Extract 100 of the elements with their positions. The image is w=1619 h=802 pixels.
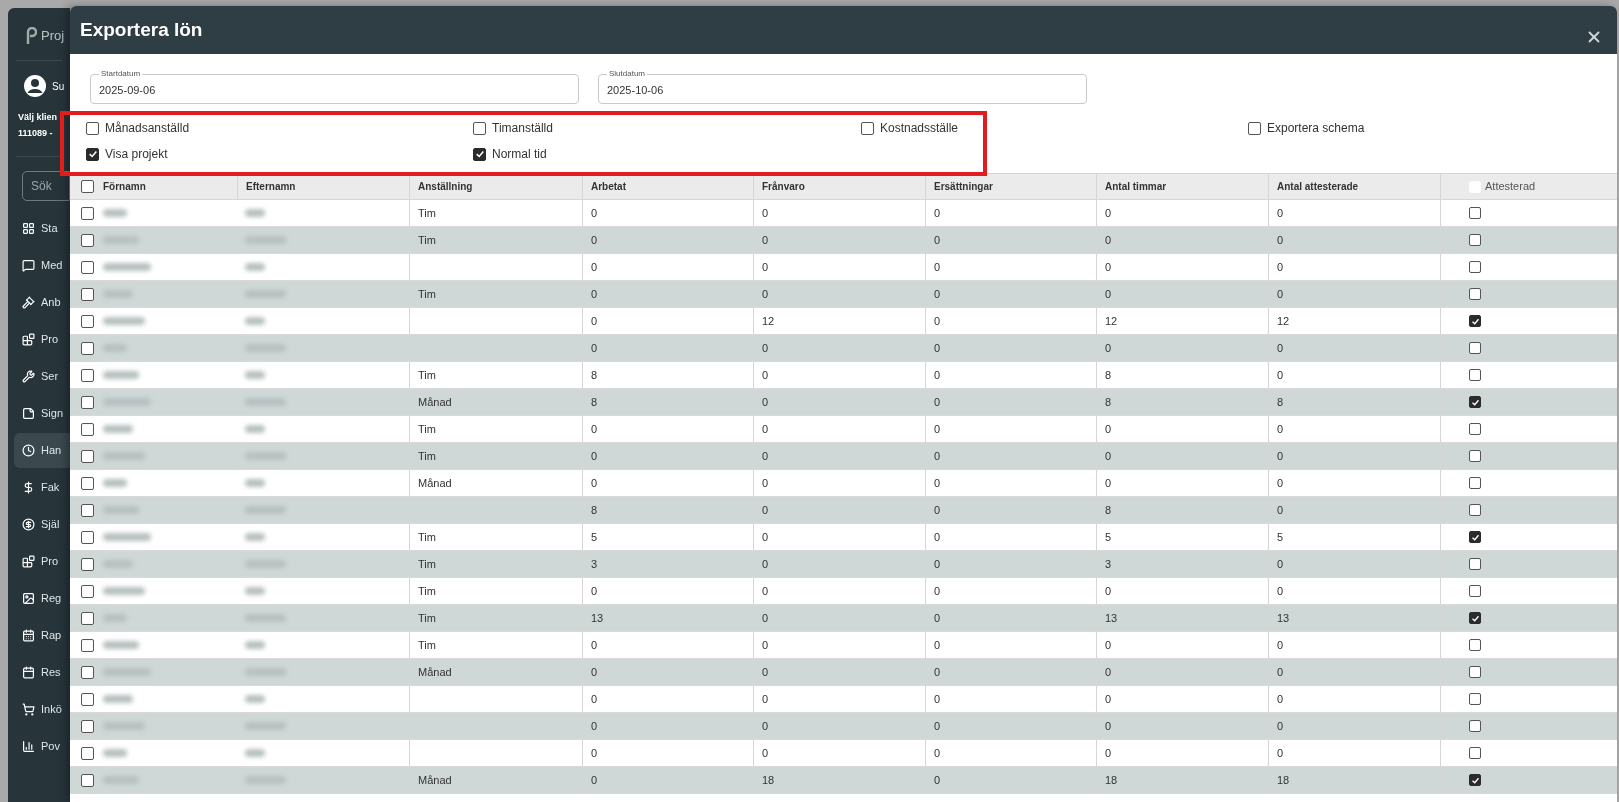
checkbox[interactable] bbox=[473, 147, 486, 161]
checkbox[interactable] bbox=[1469, 612, 1481, 624]
checkbox[interactable] bbox=[1469, 504, 1481, 516]
nav-item[interactable]: Med bbox=[14, 248, 70, 283]
checkbox[interactable] bbox=[1469, 720, 1481, 732]
table-row[interactable]: Tim 0 0 0 0 0 bbox=[70, 416, 1617, 443]
checkbox[interactable] bbox=[1469, 585, 1481, 597]
nav-item[interactable]: Pov bbox=[14, 729, 70, 764]
checkbox[interactable] bbox=[81, 611, 94, 625]
table-cell-text: 0 bbox=[591, 637, 598, 653]
table-row[interactable]: Månad 0 18 0 18 18 bbox=[70, 767, 1617, 794]
table-row[interactable]: 0 0 0 0 0 bbox=[70, 335, 1617, 362]
nav-item[interactable]: Pro bbox=[14, 322, 70, 357]
nav-item[interactable]: Res bbox=[14, 655, 70, 690]
table-row[interactable]: Tim 13 0 0 13 13 bbox=[70, 605, 1617, 632]
calendar-icon bbox=[22, 666, 35, 679]
checkbox[interactable] bbox=[861, 121, 874, 135]
checkbox[interactable] bbox=[1469, 558, 1481, 570]
checkbox[interactable] bbox=[1469, 207, 1481, 219]
checkbox[interactable] bbox=[1469, 477, 1481, 489]
checkbox[interactable] bbox=[81, 368, 94, 382]
checkbox[interactable] bbox=[1469, 639, 1481, 651]
checkbox[interactable] bbox=[1469, 666, 1481, 678]
table-row[interactable]: Tim 8 0 0 8 0 bbox=[70, 362, 1617, 389]
table-row[interactable]: 0 12 0 12 12 bbox=[70, 308, 1617, 335]
checkbox[interactable] bbox=[81, 503, 94, 517]
checkbox[interactable] bbox=[81, 233, 94, 247]
nav-item[interactable]: Inkö bbox=[14, 692, 70, 727]
table-row[interactable]: Tim 5 0 0 5 5 bbox=[70, 524, 1617, 551]
checkbox[interactable] bbox=[1469, 693, 1481, 705]
table-cell-text: 0 bbox=[591, 583, 598, 599]
table-row[interactable]: 0 0 0 0 0 bbox=[70, 254, 1617, 281]
checkbox[interactable] bbox=[1469, 747, 1481, 759]
checkbox[interactable] bbox=[81, 746, 94, 760]
checkbox[interactable] bbox=[86, 121, 99, 135]
checkbox[interactable] bbox=[1469, 396, 1481, 408]
nav-item[interactable]: Sta bbox=[14, 211, 70, 246]
checkbox[interactable] bbox=[81, 692, 94, 706]
nav-item[interactable]: Reg bbox=[14, 581, 70, 616]
table-cell-text: 0 bbox=[934, 637, 941, 653]
checkbox[interactable] bbox=[1469, 423, 1481, 435]
checkbox[interactable] bbox=[81, 665, 94, 679]
checkbox[interactable] bbox=[1469, 369, 1481, 381]
client-value: 111089 - bbox=[18, 126, 53, 140]
table-row[interactable]: Tim 0 0 0 0 0 bbox=[70, 200, 1617, 227]
nav-item[interactable]: Fak bbox=[14, 470, 70, 505]
nav-item[interactable]: Pro bbox=[14, 544, 70, 579]
table-cell-text: 13 bbox=[1105, 610, 1118, 626]
column-header: Frånvaro bbox=[762, 180, 805, 194]
nav-item[interactable]: Ser bbox=[14, 359, 70, 394]
checkbox[interactable] bbox=[81, 287, 94, 301]
user-name: Su bbox=[52, 79, 65, 94]
checkbox[interactable] bbox=[473, 121, 486, 135]
checkbox[interactable] bbox=[81, 180, 94, 193]
table-row[interactable]: Tim 0 0 0 0 0 bbox=[70, 227, 1617, 254]
table-row[interactable]: 8 0 0 8 0 bbox=[70, 497, 1617, 524]
checkbox[interactable] bbox=[81, 206, 94, 220]
nav-item[interactable]: Sign bbox=[14, 396, 70, 431]
checkbox[interactable] bbox=[81, 530, 94, 544]
table-row[interactable]: Månad 0 0 0 0 0 bbox=[70, 470, 1617, 497]
table-cell-text: 0 bbox=[934, 583, 941, 599]
table-row[interactable]: Månad 8 0 0 8 8 bbox=[70, 389, 1617, 416]
nav-item[interactable]: Själ bbox=[14, 507, 70, 542]
nav-item[interactable]: Han bbox=[14, 433, 70, 468]
nav-item[interactable]: Anb bbox=[14, 285, 70, 320]
checkbox[interactable] bbox=[1469, 774, 1481, 786]
checkbox[interactable] bbox=[86, 147, 99, 161]
checkbox[interactable] bbox=[81, 557, 94, 571]
redacted-text bbox=[103, 587, 145, 595]
checkbox[interactable] bbox=[1469, 450, 1481, 462]
checkbox[interactable] bbox=[81, 341, 94, 355]
table-row[interactable]: Tim 0 0 0 0 0 bbox=[70, 632, 1617, 659]
checkbox[interactable] bbox=[81, 584, 94, 598]
table-row[interactable]: 0 0 0 0 0 bbox=[70, 686, 1617, 713]
table-row[interactable]: Månad 0 0 0 0 0 bbox=[70, 659, 1617, 686]
checkbox[interactable] bbox=[81, 773, 94, 787]
checkbox[interactable] bbox=[81, 422, 94, 436]
checkbox[interactable] bbox=[1469, 342, 1481, 354]
checkbox[interactable] bbox=[81, 719, 94, 733]
column-header: Arbetat bbox=[591, 180, 626, 194]
table-row[interactable]: 0 0 0 0 0 bbox=[70, 713, 1617, 740]
checkbox[interactable] bbox=[81, 260, 94, 274]
table-row[interactable]: Tim 0 0 0 0 0 bbox=[70, 578, 1617, 605]
checkbox[interactable] bbox=[1469, 234, 1481, 246]
checkbox[interactable] bbox=[81, 314, 94, 328]
table-row[interactable]: Tim 3 0 0 3 0 bbox=[70, 551, 1617, 578]
checkbox[interactable] bbox=[1248, 121, 1261, 135]
redacted-text bbox=[245, 641, 265, 649]
table-row[interactable]: 0 0 0 0 0 bbox=[70, 740, 1617, 767]
checkbox[interactable] bbox=[81, 449, 94, 463]
table-row[interactable]: Tim 0 0 0 0 0 bbox=[70, 443, 1617, 470]
table-row[interactable]: Tim 0 0 0 0 0 bbox=[70, 281, 1617, 308]
checkbox[interactable] bbox=[1469, 261, 1481, 273]
checkbox[interactable] bbox=[1469, 288, 1481, 300]
checkbox[interactable] bbox=[1469, 531, 1481, 543]
checkbox[interactable] bbox=[1469, 315, 1481, 327]
checkbox[interactable] bbox=[81, 395, 94, 409]
checkbox[interactable] bbox=[81, 476, 94, 490]
nav-item[interactable]: Rap bbox=[14, 618, 70, 653]
checkbox[interactable] bbox=[81, 638, 94, 652]
